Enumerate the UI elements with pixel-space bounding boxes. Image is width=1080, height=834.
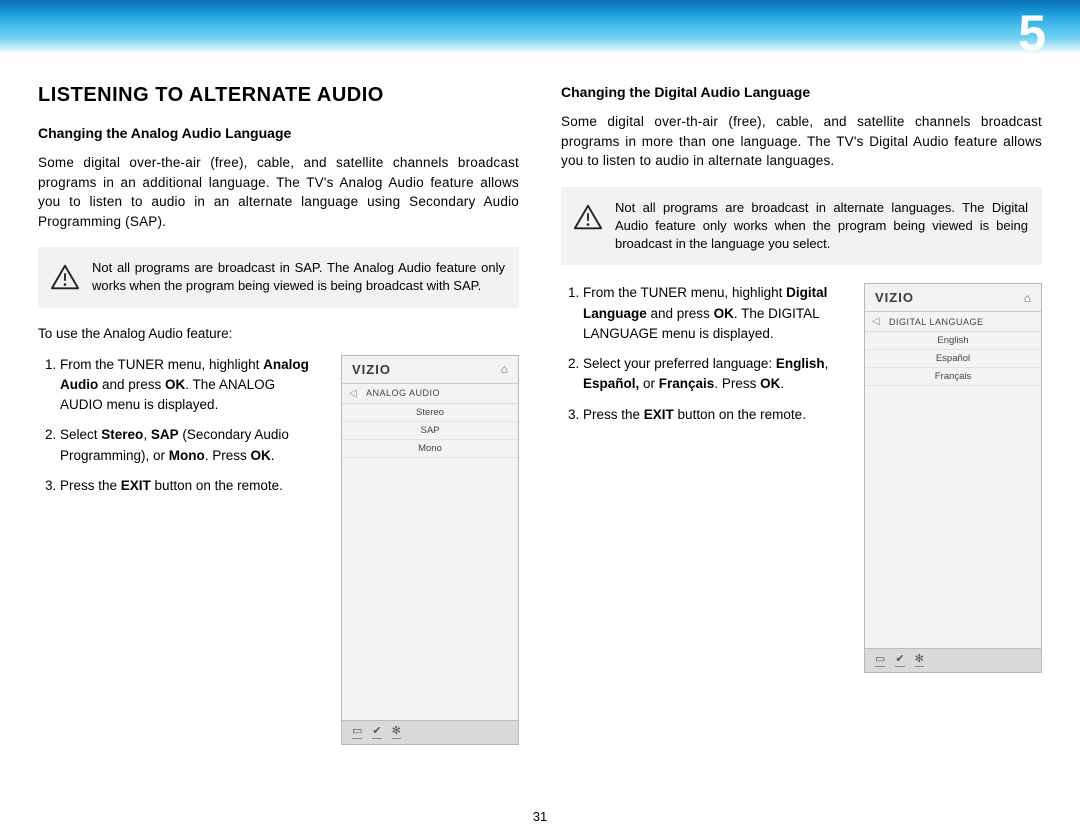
step-2: Select Stereo, SAP (Secondary Audio Prog… [60,425,320,466]
tv-title-row: ◁ DIGITAL LANGUAGE [865,312,1041,332]
tv-header: VIZIO ⌂ [865,284,1041,312]
warning-text: Not all programs are broadcast in SAP. T… [92,259,505,295]
tv-menu-digital: VIZIO ⌂ ◁ DIGITAL LANGUAGE English Españ… [864,283,1042,673]
tv-footer: ▭ ✔ ✻ [342,720,518,744]
gear-icon: ✻ [915,654,924,667]
step-1: From the TUNER menu, highlight Analog Au… [60,355,320,416]
v-icon: ✔ [895,654,904,667]
steps-row-analog: From the TUNER menu, highlight Analog Au… [38,355,519,745]
tv-header: VIZIO ⌂ [342,356,518,384]
intro-analog: Some digital over-the-air (free), cable,… [38,153,519,231]
steps-digital: From the TUNER menu, highlight Digital L… [561,283,844,435]
tv-option: Español [865,350,1041,368]
steps-analog: From the TUNER menu, highlight Analog Au… [38,355,321,507]
wide-icon: ▭ [352,726,362,739]
warning-analog: Not all programs are broadcast in SAP. T… [38,247,519,307]
home-icon: ⌂ [1024,291,1031,305]
page-body: LISTENING TO ALTERNATE AUDIO Changing th… [0,54,1080,745]
top-banner: 5 [0,0,1080,54]
step-3: Press the EXIT button on the remote. [60,476,320,496]
subheading-digital: Changing the Digital Audio Language [561,84,1042,100]
tv-menu-title: ANALOG AUDIO [364,388,518,398]
section-heading: LISTENING TO ALTERNATE AUDIO [38,84,519,107]
warning-text: Not all programs are broadcast in altern… [615,199,1028,254]
subheading-analog: Changing the Analog Audio Language [38,125,519,141]
tv-option: Mono [342,440,518,458]
vizio-logo: VIZIO [875,290,914,305]
warning-digital: Not all programs are broadcast in altern… [561,187,1042,266]
back-icon: ◁ [865,316,887,327]
tv-option: SAP [342,422,518,440]
intro-digital: Some digital over-th-air (free), cable, … [561,112,1042,171]
step-3: Press the EXIT button on the remote. [583,405,843,425]
home-icon: ⌂ [501,362,508,376]
tv-menu-analog: VIZIO ⌂ ◁ ANALOG AUDIO Stereo SAP Mono ▭… [341,355,519,745]
back-icon: ◁ [342,388,364,399]
v-icon: ✔ [372,726,381,739]
vizio-logo: VIZIO [352,362,391,377]
page-number: 31 [0,809,1080,824]
warning-icon [50,263,80,291]
tv-footer: ▭ ✔ ✻ [865,648,1041,672]
tv-option: English [865,332,1041,350]
gear-icon: ✻ [392,726,401,739]
wide-icon: ▭ [875,654,885,667]
steps-row-digital: From the TUNER menu, highlight Digital L… [561,283,1042,673]
lead-analog: To use the Analog Audio feature: [38,326,519,341]
warning-icon [573,203,603,231]
chapter-number: 5 [1018,4,1046,62]
tv-option: Stereo [342,404,518,422]
tv-menu-title: DIGITAL LANGUAGE [887,317,1041,327]
tv-title-row: ◁ ANALOG AUDIO [342,384,518,404]
tv-option: Français [865,368,1041,386]
step-2: Select your preferred language: English,… [583,354,843,395]
step-1: From the TUNER menu, highlight Digital L… [583,283,843,344]
right-column: Changing the Digital Audio Language Some… [561,84,1042,745]
left-column: LISTENING TO ALTERNATE AUDIO Changing th… [38,84,519,745]
